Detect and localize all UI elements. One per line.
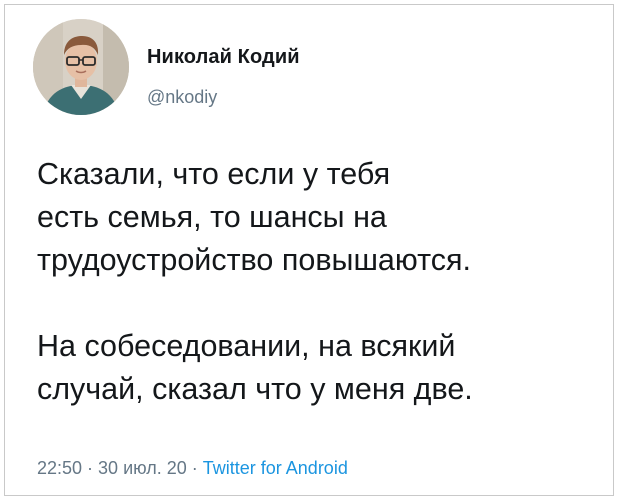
tweet-meta: 22:50 · 30 июл. 20 · Twitter for Android <box>37 458 348 479</box>
author-display-name[interactable]: Николай Кодий <box>147 46 300 69</box>
tweet-text-line: случай, сказал что у меня две. <box>37 372 473 406</box>
tweet-time[interactable]: 22:50 <box>37 458 82 478</box>
tweet-source-link[interactable]: Twitter for Android <box>203 458 348 478</box>
tweet-text-line: На собеседовании, на всякий <box>37 329 456 363</box>
meta-separator: · <box>82 458 99 478</box>
author-handle[interactable]: @nkodiy <box>147 87 217 108</box>
tweet-text-line: есть семья, то шансы на <box>37 200 387 234</box>
tweet-text-line: Сказали, что если у тебя <box>37 157 391 191</box>
meta-separator: · <box>186 458 203 478</box>
avatar-photo-icon <box>33 19 129 115</box>
tweet-date[interactable]: 30 июл. 20 <box>98 458 187 478</box>
tweet-card: Николай Кодий @nkodiy Сказали, что если … <box>4 4 614 496</box>
tweet-text: Сказали, что если у тебя есть семья, то … <box>37 153 612 411</box>
avatar[interactable] <box>33 19 129 115</box>
tweet-text-line: трудоустройство повышаются. <box>37 243 471 277</box>
